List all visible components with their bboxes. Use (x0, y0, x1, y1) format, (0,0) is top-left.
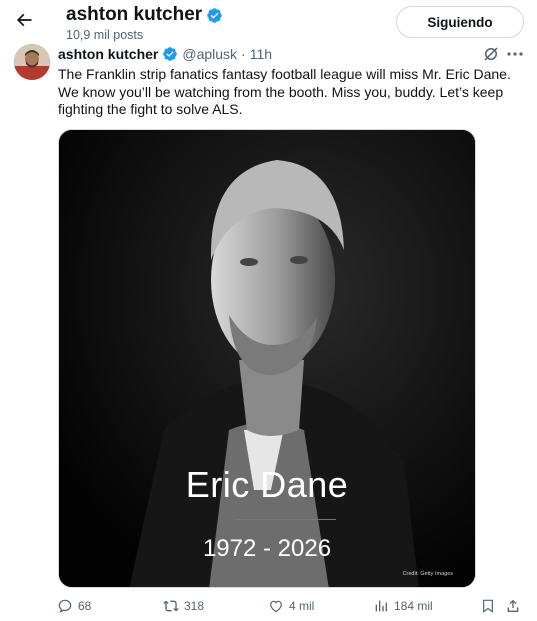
like-count: 4 mil (289, 599, 315, 613)
overlay-divider (236, 519, 336, 520)
header-name: ashton kutcher (66, 4, 203, 25)
overlay-years: 1972 - 2026 (202, 535, 332, 562)
repost-count: 318 (184, 599, 205, 613)
tweet-media[interactable]: Eric Dane 1972 - 2026 Credit: Getty Imag… (58, 129, 476, 588)
photo-credit: Credit: Getty Images (402, 571, 453, 577)
bookmark-icon (483, 599, 493, 613)
thread-header: ashton kutcher 10,9 mil posts Siguiendo (0, 0, 537, 44)
repost-button[interactable]: 318 (163, 598, 204, 614)
tweet-meta: ashton kutcher @aplusk · 11h (58, 45, 272, 63)
share-icon (507, 599, 519, 612)
back-button[interactable] (12, 8, 36, 32)
grok-icon[interactable] (482, 45, 500, 63)
views-count: 184 mil (394, 599, 433, 613)
more-options-icon[interactable] (506, 45, 524, 63)
avatar[interactable] (14, 44, 50, 80)
tweet-text: The Franklin strip fanatics fantasy foot… (58, 66, 511, 117)
heart-icon (270, 600, 282, 613)
verified-badge-icon (163, 47, 178, 61)
views-button[interactable]: 184 mil (373, 598, 433, 614)
avatar-image (14, 44, 50, 80)
arrow-left-icon (16, 13, 32, 27)
like-button[interactable]: 4 mil (268, 598, 314, 614)
header-title: ashton kutcher (66, 4, 223, 26)
reply-icon (58, 599, 72, 613)
verified-badge-icon (207, 7, 222, 23)
share-button[interactable] (505, 598, 521, 614)
header-post-count: 10,9 mil posts (66, 28, 144, 42)
author-name[interactable]: ashton kutcher (58, 46, 158, 62)
reply-button[interactable]: 68 (57, 598, 91, 614)
meta-separator: · (241, 46, 246, 62)
following-button[interactable]: Siguiendo (396, 6, 524, 38)
overlay-name: Eric Dane (185, 464, 349, 505)
repost-icon (163, 600, 179, 612)
reply-count: 68 (78, 599, 92, 613)
tweet-actions: 68 318 4 mil 184 mil (0, 598, 537, 621)
author-handle[interactable]: @aplusk (182, 46, 237, 62)
post-time[interactable]: 11h (250, 46, 272, 62)
bookmark-button[interactable] (480, 598, 496, 614)
views-icon (375, 600, 387, 612)
